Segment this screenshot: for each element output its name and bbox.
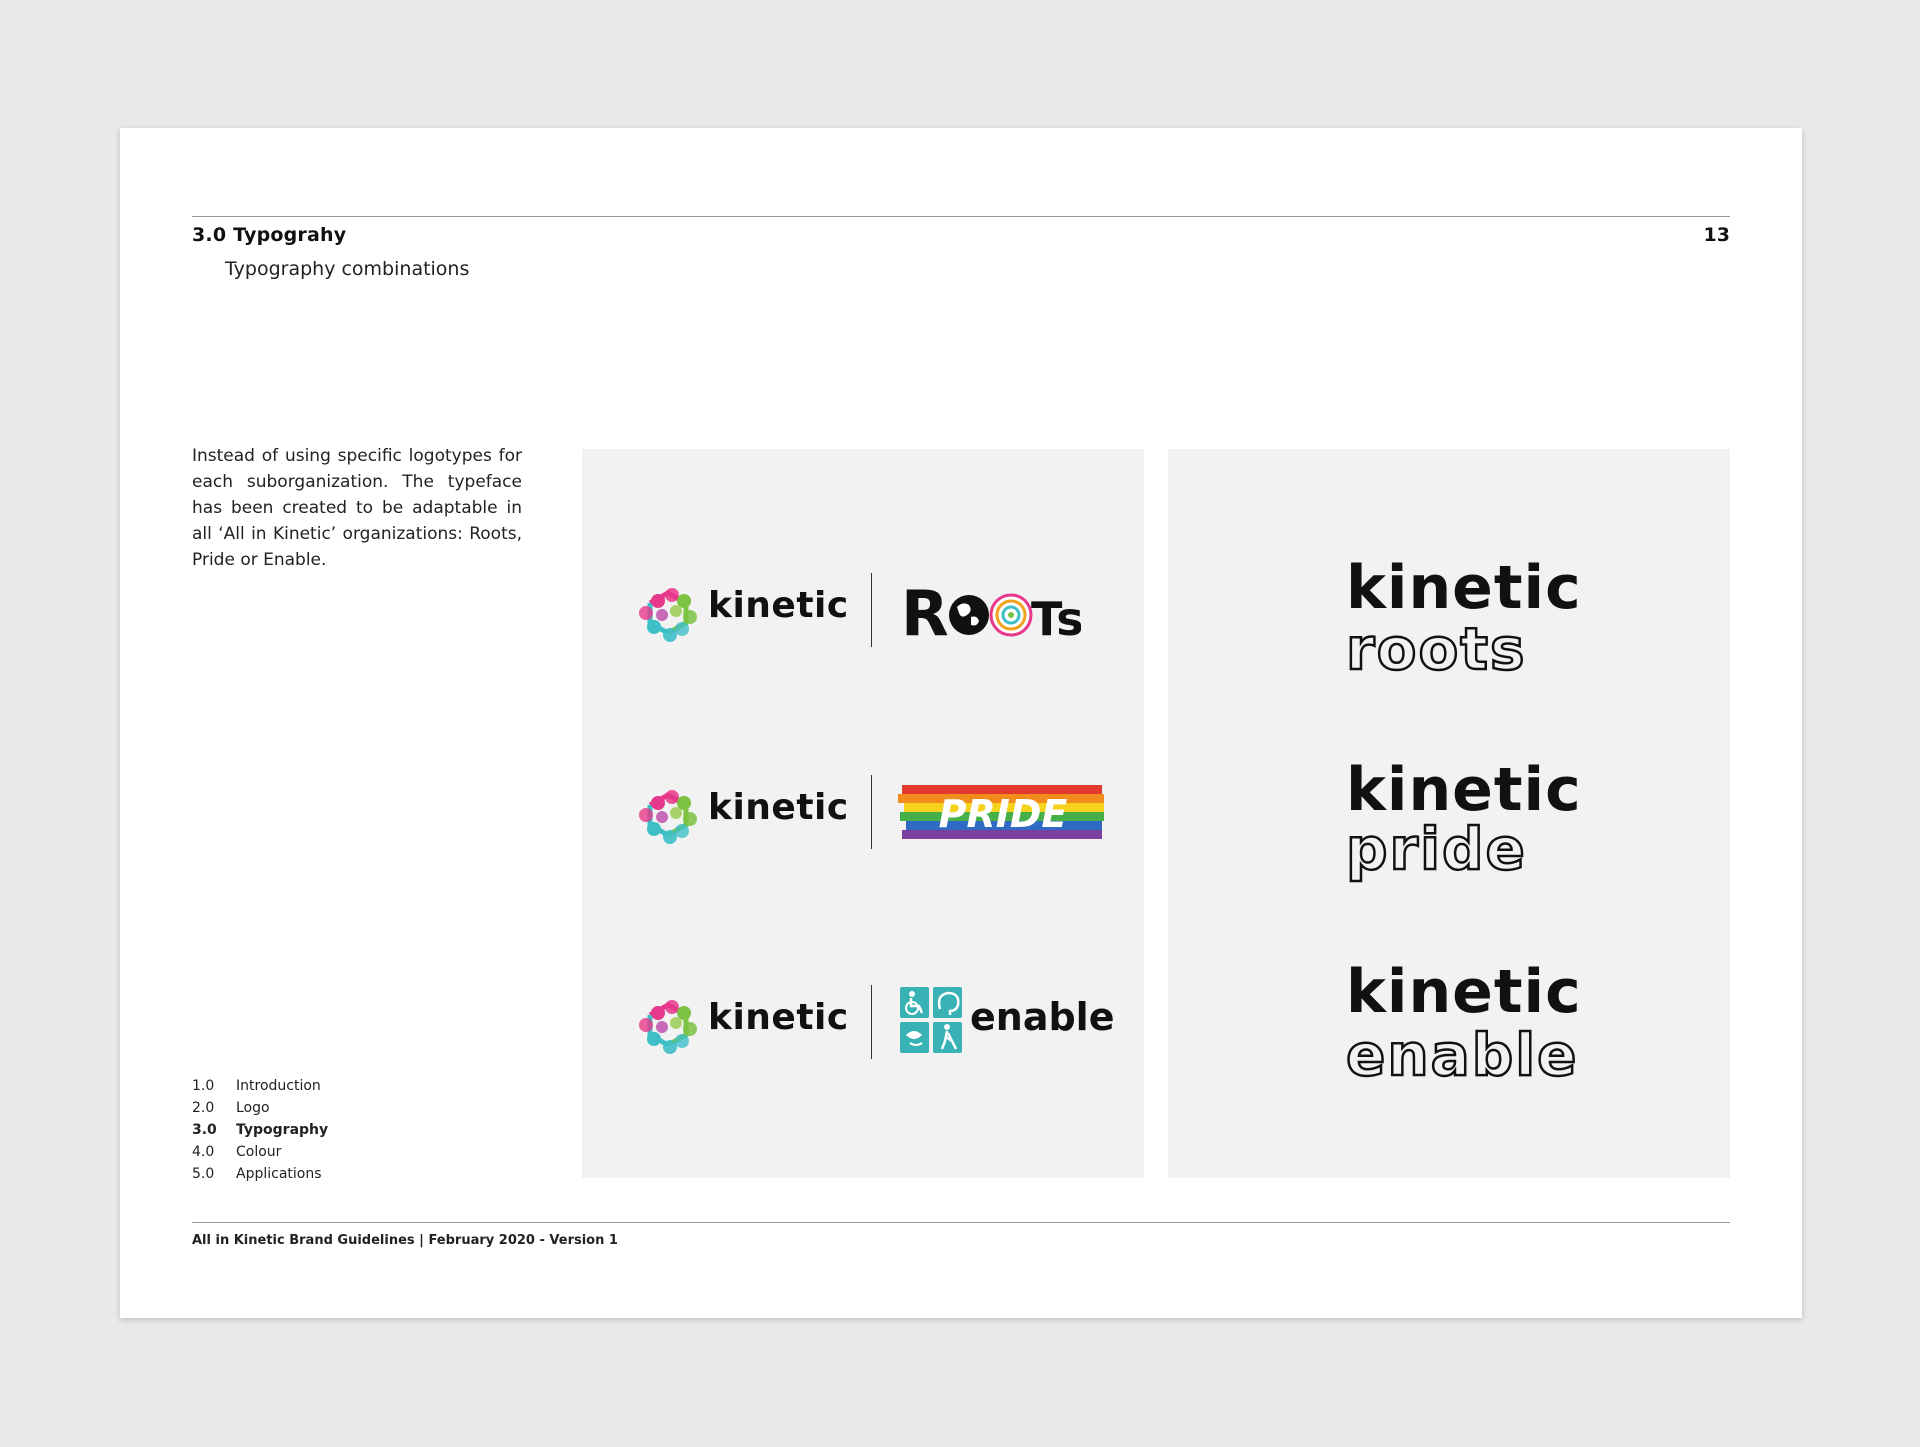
kinetic-pride-stack: kinetic pride xyxy=(1346,759,1646,887)
toc-item-colour[interactable]: 4.0 Colour xyxy=(192,1141,328,1163)
toc-number: 4.0 xyxy=(192,1144,215,1160)
toc-number: 3.0 xyxy=(192,1122,217,1138)
kinetic-roots-stack: kinetic roots xyxy=(1346,557,1646,679)
toc-label: Logo xyxy=(236,1100,270,1116)
toc-item-typography[interactable]: 3.0 Typography xyxy=(192,1119,328,1141)
kinetic-roots-combo: kinetic R Ts xyxy=(636,571,1116,651)
kinetic-wordmark: kinetic xyxy=(1346,755,1582,825)
kinetic-logo-icon xyxy=(639,1000,697,1054)
kinetic-wordmark: kinetic xyxy=(708,585,849,626)
logo-combinations-panel: kinetic R Ts kinetic PRIDE kinetic enabl… xyxy=(582,449,1144,1178)
page-number: 13 xyxy=(1703,224,1730,246)
svg-text:roots: roots xyxy=(1346,619,1527,679)
footer-rule xyxy=(192,1222,1730,1223)
kinetic-enable-stack: kinetic enable xyxy=(1346,961,1646,1087)
header-rule xyxy=(192,216,1730,217)
svg-text:R: R xyxy=(901,577,949,647)
svg-text:Ts: Ts xyxy=(1031,592,1081,646)
toc-number: 5.0 xyxy=(192,1166,215,1182)
accessibility-icon xyxy=(900,987,962,1053)
section-title: 3.0 Typograhy xyxy=(192,224,347,246)
kinetic-wordmark: kinetic xyxy=(708,787,849,828)
toc-item-introduction[interactable]: 1.0 Introduction xyxy=(192,1075,328,1097)
toc-label: Typography xyxy=(236,1122,329,1138)
kinetic-logo-icon xyxy=(639,790,697,844)
toc-label: Colour xyxy=(236,1144,282,1160)
enable-wordmark: enable xyxy=(970,995,1115,1039)
logo-divider xyxy=(871,573,872,647)
kinetic-logo-icon xyxy=(639,588,697,642)
pride-label: PRIDE xyxy=(939,792,1068,836)
kinetic-enable-combo: kinetic enable xyxy=(636,983,1116,1063)
svg-text:enable: enable xyxy=(1346,1023,1579,1087)
section-subtitle: Typography combinations xyxy=(225,258,470,280)
roots-outline-wordmark: roots xyxy=(1346,619,1527,679)
toc-number: 2.0 xyxy=(192,1100,215,1116)
logo-divider xyxy=(871,985,872,1059)
roots-logo: R Ts xyxy=(901,577,1081,647)
toc-label: Introduction xyxy=(236,1078,321,1094)
pride-outline-wordmark: pride xyxy=(1346,821,1527,884)
kinetic-wordmark: kinetic xyxy=(1346,553,1582,623)
kinetic-pride-combo: kinetic PRIDE xyxy=(636,773,1116,853)
toc-item-logo[interactable]: 2.0 Logo xyxy=(192,1097,328,1119)
toc-label: Applications xyxy=(236,1166,322,1182)
table-of-contents: 1.0 Introduction 2.0 Logo 3.0 Typography 4.… xyxy=(192,1075,328,1185)
footer-text: All in Kinetic Brand Guidelines | Februa… xyxy=(192,1233,618,1248)
brand-guideline-page: 3.0 Typograhy Typography combinations 13… xyxy=(120,128,1802,1318)
typeface-stacks-panel: kinetic roots kinetic pride kinetic enab… xyxy=(1168,449,1730,1178)
toc-item-applications[interactable]: 5.0 Applications xyxy=(192,1163,328,1185)
svg-text:pride: pride xyxy=(1346,821,1527,883)
toc-number: 1.0 xyxy=(192,1078,215,1094)
enable-outline-wordmark: enable xyxy=(1346,1023,1579,1087)
logo-divider xyxy=(871,775,872,849)
intro-paragraph: Instead of using specific logotypes for … xyxy=(192,446,522,570)
kinetic-wordmark: kinetic xyxy=(708,997,849,1038)
pride-logo: PRIDE xyxy=(898,785,1104,839)
kinetic-wordmark: kinetic xyxy=(1346,957,1582,1027)
